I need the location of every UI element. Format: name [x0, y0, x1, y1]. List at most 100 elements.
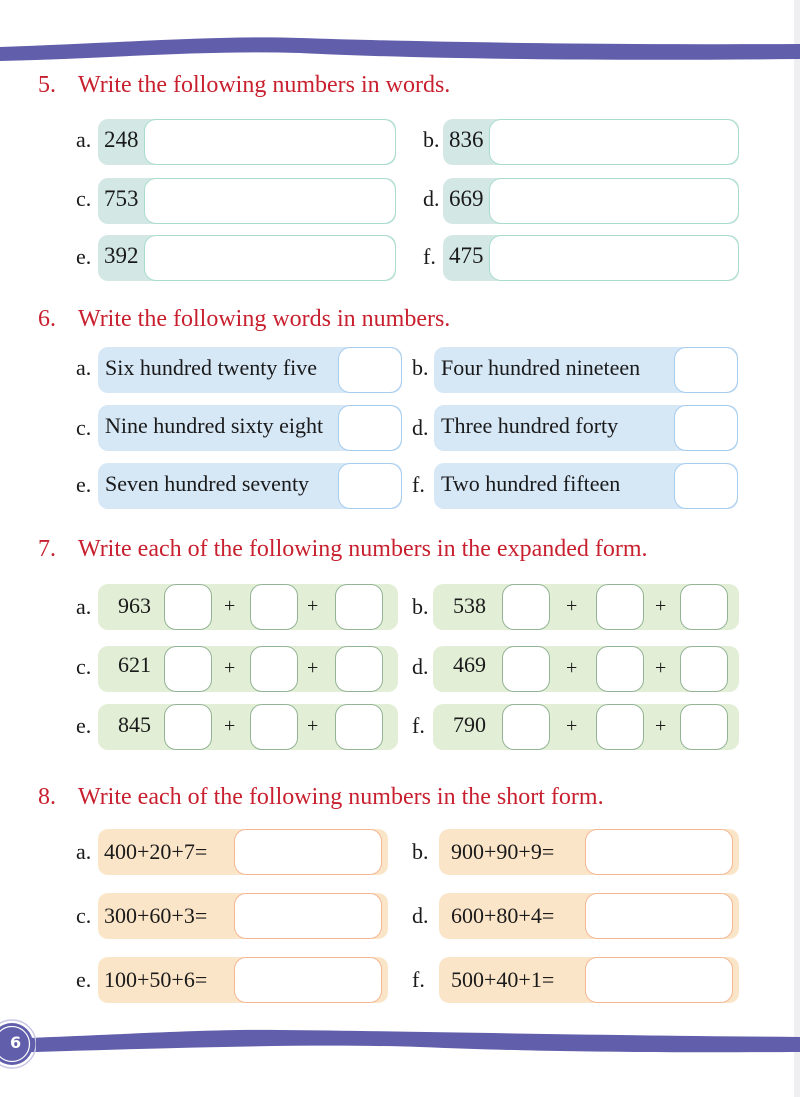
- q5-item-a-answer-field[interactable]: [144, 119, 396, 165]
- q7-item-d-number: 469: [453, 652, 486, 677]
- q7-item-b: 538 + +: [433, 584, 739, 630]
- q7-item-b-label: b.: [412, 594, 429, 619]
- q7-item-c: 621 + +: [98, 646, 398, 692]
- q7-item-e-ones-field[interactable]: [335, 704, 383, 750]
- q5-item-d-answer-field[interactable]: [489, 178, 739, 224]
- q7-item-a-ones-field[interactable]: [335, 584, 383, 630]
- q7-item-a-tens-field[interactable]: [250, 584, 298, 630]
- q7-item-d-hundreds-field[interactable]: [502, 646, 550, 692]
- q7-item-f-label: f.: [412, 713, 425, 738]
- plus-sign: +: [655, 715, 667, 737]
- q6-item-d-label: d.: [412, 415, 429, 440]
- q6-item-d-answer-field[interactable]: [674, 405, 738, 451]
- q5-item-e-answer-field[interactable]: [144, 235, 396, 281]
- q5-item-b: 836: [443, 119, 739, 165]
- q8-item-e-answer-field[interactable]: [234, 957, 382, 1003]
- q8-item-b-answer-field[interactable]: [585, 829, 733, 875]
- plus-sign: +: [566, 657, 578, 679]
- q8-item-e-label: e.: [76, 967, 92, 992]
- q5-item-f-answer-field[interactable]: [489, 235, 739, 281]
- q7-item-e-label: e.: [76, 713, 92, 738]
- page-edge: [794, 0, 800, 1097]
- bottom-decorative-band: [0, 1029, 800, 1053]
- page-number: 6: [10, 1033, 22, 1052]
- q7-item-e-tens-field[interactable]: [250, 704, 298, 750]
- q7-item-c-tens-field[interactable]: [250, 646, 298, 692]
- q5-item-b-answer-field[interactable]: [489, 119, 739, 165]
- q6-item-f-words: Two hundred fifteen: [441, 471, 621, 496]
- q5-item-e-number: 392: [104, 243, 139, 268]
- q8-item-a-answer-field[interactable]: [234, 829, 382, 875]
- q6-item-c: Nine hundred sixty eight: [98, 405, 402, 451]
- q5-item-c-answer-field[interactable]: [144, 178, 396, 224]
- q7-item-e: 845 + +: [98, 704, 398, 750]
- top-decorative-band: [0, 37, 800, 61]
- plus-sign: +: [566, 715, 578, 737]
- q7-item-c-number: 621: [118, 652, 151, 677]
- q5-item-d-number: 669: [449, 186, 484, 211]
- q7-item-a-hundreds-field[interactable]: [164, 584, 212, 630]
- q8-item-a-label: a.: [76, 839, 92, 864]
- q8-item-d-expression: 600+80+4=: [451, 903, 555, 928]
- q8-item-d-answer-field[interactable]: [585, 893, 733, 939]
- q7-item-f-hundreds-field[interactable]: [502, 704, 550, 750]
- plus-sign: +: [224, 657, 236, 679]
- q6-item-e-words: Seven hundred seventy: [105, 471, 310, 496]
- plus-sign: +: [307, 595, 319, 617]
- q7-item-b-ones-field[interactable]: [680, 584, 728, 630]
- q6-item-a-answer-field[interactable]: [338, 347, 402, 393]
- q7-item-f-ones-field[interactable]: [680, 704, 728, 750]
- q6-item-f-answer-field[interactable]: [674, 463, 738, 509]
- q5-item-a: 248: [98, 119, 396, 165]
- q7-item-e-hundreds-field[interactable]: [164, 704, 212, 750]
- q6-item-e-label: e.: [76, 472, 92, 497]
- q5-item-f-label: f.: [423, 244, 436, 269]
- q7-item-b-tens-field[interactable]: [596, 584, 644, 630]
- q7-item-d-label: d.: [412, 654, 429, 679]
- q7-item-c-hundreds-field[interactable]: [164, 646, 212, 692]
- question-5-title: 5. Write the following numbers in words.: [38, 72, 451, 98]
- plus-sign: +: [566, 595, 578, 617]
- q7-item-b-number: 538: [453, 593, 486, 618]
- q8-item-f-label: f.: [412, 967, 425, 992]
- q8-item-e-expression: 100+50+6=: [104, 967, 208, 992]
- q8-item-c-answer-field[interactable]: [234, 893, 382, 939]
- q6-item-a-words: Six hundred twenty five: [105, 355, 318, 380]
- q5-item-f: 475: [443, 235, 739, 281]
- q7-item-f-tens-field[interactable]: [596, 704, 644, 750]
- q7-item-f-number: 790: [453, 712, 486, 737]
- q6-item-e-answer-field[interactable]: [338, 463, 402, 509]
- q6-item-a: Six hundred twenty five: [98, 347, 402, 393]
- q8-item-f-answer-field[interactable]: [585, 957, 733, 1003]
- question-8-title: 8. Write each of the following numbers in…: [38, 784, 604, 810]
- q6-item-b-label: b.: [412, 355, 429, 380]
- q8-item-d: 600+80+4=: [439, 893, 739, 939]
- q8-item-a-expression: 400+20+7=: [104, 839, 208, 864]
- q7-item-b-hundreds-field[interactable]: [502, 584, 550, 630]
- plus-sign: +: [224, 715, 236, 737]
- question-6-title: 6. Write the following words in numbers.: [38, 306, 451, 332]
- q5-item-c-label: c.: [76, 186, 92, 211]
- q7-item-d-tens-field[interactable]: [596, 646, 644, 692]
- q6-item-f: Two hundred fifteen: [434, 463, 738, 509]
- q6-item-e: Seven hundred seventy: [98, 463, 402, 509]
- q5-item-b-label: b.: [423, 127, 440, 152]
- q6-item-d: Three hundred forty: [434, 405, 738, 451]
- q6-item-c-answer-field[interactable]: [338, 405, 402, 451]
- plus-sign: +: [307, 657, 319, 679]
- q7-item-a: 963 + +: [98, 584, 398, 630]
- q5-item-d-label: d.: [423, 186, 440, 211]
- q6-item-f-label: f.: [412, 472, 425, 497]
- q6-item-b-answer-field[interactable]: [674, 347, 738, 393]
- q8-item-c-label: c.: [76, 903, 92, 928]
- plus-sign: +: [307, 715, 319, 737]
- plus-sign: +: [655, 595, 667, 617]
- plus-sign: +: [655, 657, 667, 679]
- q7-item-d-ones-field[interactable]: [680, 646, 728, 692]
- q7-item-d: 469 + +: [433, 646, 739, 692]
- q6-item-b: Four hundred nineteen: [434, 347, 738, 393]
- q7-item-c-ones-field[interactable]: [335, 646, 383, 692]
- q8-item-f: 500+40+1=: [439, 957, 739, 1003]
- q5-item-f-number: 475: [449, 243, 484, 268]
- q6-item-a-label: a.: [76, 355, 92, 380]
